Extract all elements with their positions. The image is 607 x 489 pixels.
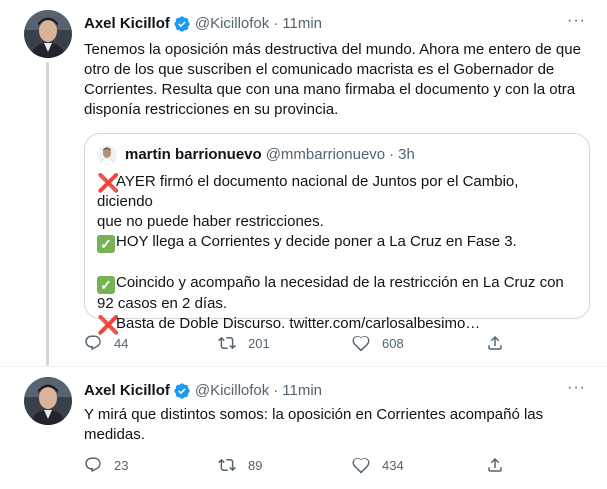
quoted-author-handle[interactable]: @mmbarrionuevo	[266, 145, 385, 165]
author-name[interactable]: Axel Kicillof	[84, 381, 170, 401]
avatar[interactable]	[24, 377, 72, 425]
reply-button[interactable]: 44	[84, 333, 218, 353]
like-button[interactable]: 608	[352, 333, 486, 353]
share-button[interactable]	[486, 455, 516, 475]
quoted-text-line: 92 casos en 2 días.	[97, 295, 228, 312]
quoted-tweet-text: ❌AYER firmó el documento nacional de Jun…	[97, 172, 577, 334]
quoted-line-gap	[97, 253, 577, 273]
retweet-button[interactable]: 89	[218, 455, 352, 475]
reply-icon	[85, 457, 101, 473]
share-icon	[488, 335, 502, 350]
verified-badge-icon	[174, 16, 190, 32]
separator-dot: ·	[389, 146, 395, 163]
quoted-tweet-header: martin barrionuevo @mmbarrionuevo · 3h	[97, 145, 415, 165]
author-handle[interactable]: @Kicillofok	[195, 381, 269, 401]
tweet-text-line: otro de los que suscriben el comunicado …	[84, 61, 555, 78]
tweet-kicillof-1[interactable]: Axel Kicillof @Kicillofok · 11min ··· Te…	[0, 0, 607, 366]
separator-dot: ·	[273, 382, 279, 399]
thread-connector-line	[46, 62, 49, 366]
verified-badge-icon	[174, 383, 190, 399]
quoted-text-line: ✓ Coincido y acompaño la necesidad de la …	[97, 273, 577, 294]
reply-count: 23	[114, 457, 129, 473]
like-count: 434	[382, 457, 404, 473]
quoted-author-name[interactable]: martin barrionuevo	[125, 145, 262, 165]
cross-mark-icon: ❌	[97, 173, 120, 193]
quoted-timestamp[interactable]: 3h	[398, 145, 415, 165]
share-icon	[488, 457, 502, 472]
retweet-button[interactable]: 201	[218, 333, 352, 353]
quoted-avatar	[97, 145, 117, 165]
tweet-header: Axel Kicillof @Kicillofok · 11min	[84, 14, 322, 34]
more-icon[interactable]: ···	[567, 13, 585, 34]
separator-dot: ·	[273, 15, 279, 32]
author-handle[interactable]: @Kicillofok	[195, 14, 269, 34]
quoted-text-line: ✓ HOY llega a Corrientes y decide poner a…	[97, 232, 577, 253]
check-mark-icon: ✓	[97, 235, 115, 253]
share-button[interactable]	[486, 333, 516, 353]
quoted-text-line: ❌Basta de Doble Discurso. twitter.com/ca…	[97, 314, 577, 334]
like-icon	[352, 457, 370, 474]
quoted-text: AYER firmó el documento nacional de Junt…	[97, 173, 519, 210]
retweet-count: 201	[248, 335, 270, 351]
like-icon	[352, 335, 370, 352]
like-count: 608	[382, 335, 404, 351]
quoted-text: Basta de Doble Discurso. twitter.com/car…	[116, 315, 481, 332]
like-button[interactable]: 434	[352, 455, 486, 475]
tweet-text-line: Tenemos la oposición más destructiva del…	[84, 41, 581, 58]
retweet-icon	[218, 336, 236, 350]
tweet-header: Axel Kicillof @Kicillofok · 11min	[84, 381, 322, 401]
tweet-text-line: disponía restricciones en su provincia.	[84, 101, 339, 118]
tweet-text-line: Y mirá que distintos somos: la oposición…	[84, 406, 544, 423]
tweet-text-line: Corrientes. Resulta que con una mano fir…	[84, 81, 576, 98]
cross-mark-icon: ❌	[97, 315, 120, 335]
timestamp[interactable]: 11min	[282, 14, 322, 34]
tweet-text: Y mirá que distintos somos: la oposición…	[84, 405, 584, 445]
quoted-text-line: que no puede haber restricciones.	[97, 213, 324, 230]
reply-button[interactable]: 23	[84, 455, 218, 475]
reply-count: 44	[114, 335, 129, 351]
author-name[interactable]: Axel Kicillof	[84, 14, 170, 34]
timestamp[interactable]: 11min	[282, 381, 322, 401]
quoted-tweet[interactable]: martin barrionuevo @mmbarrionuevo · 3h ❌…	[84, 133, 590, 334]
check-mark-icon: ✓	[97, 276, 115, 294]
quoted-text: HOY llega a Corrientes y decide poner a …	[116, 233, 517, 250]
quoted-text-line: ❌AYER firmó el documento nacional de Jun…	[97, 172, 577, 212]
tweet-kicillof-2[interactable]: Axel Kicillof @Kicillofok · 11min ··· Y …	[0, 366, 607, 489]
reply-icon	[85, 335, 101, 351]
tweet-actions: 44 201 608	[84, 333, 534, 353]
tweet-text-line: medidas.	[84, 426, 145, 443]
tweet-actions: 23 89 434	[84, 455, 534, 475]
retweet-count: 89	[248, 457, 263, 473]
tweet-text: Tenemos la oposición más destructiva del…	[84, 40, 584, 120]
retweet-icon	[218, 458, 236, 472]
quoted-text: Coincido y acompaño la necesidad de la r…	[116, 274, 564, 291]
avatar[interactable]	[24, 10, 72, 58]
more-icon[interactable]: ···	[567, 380, 585, 401]
